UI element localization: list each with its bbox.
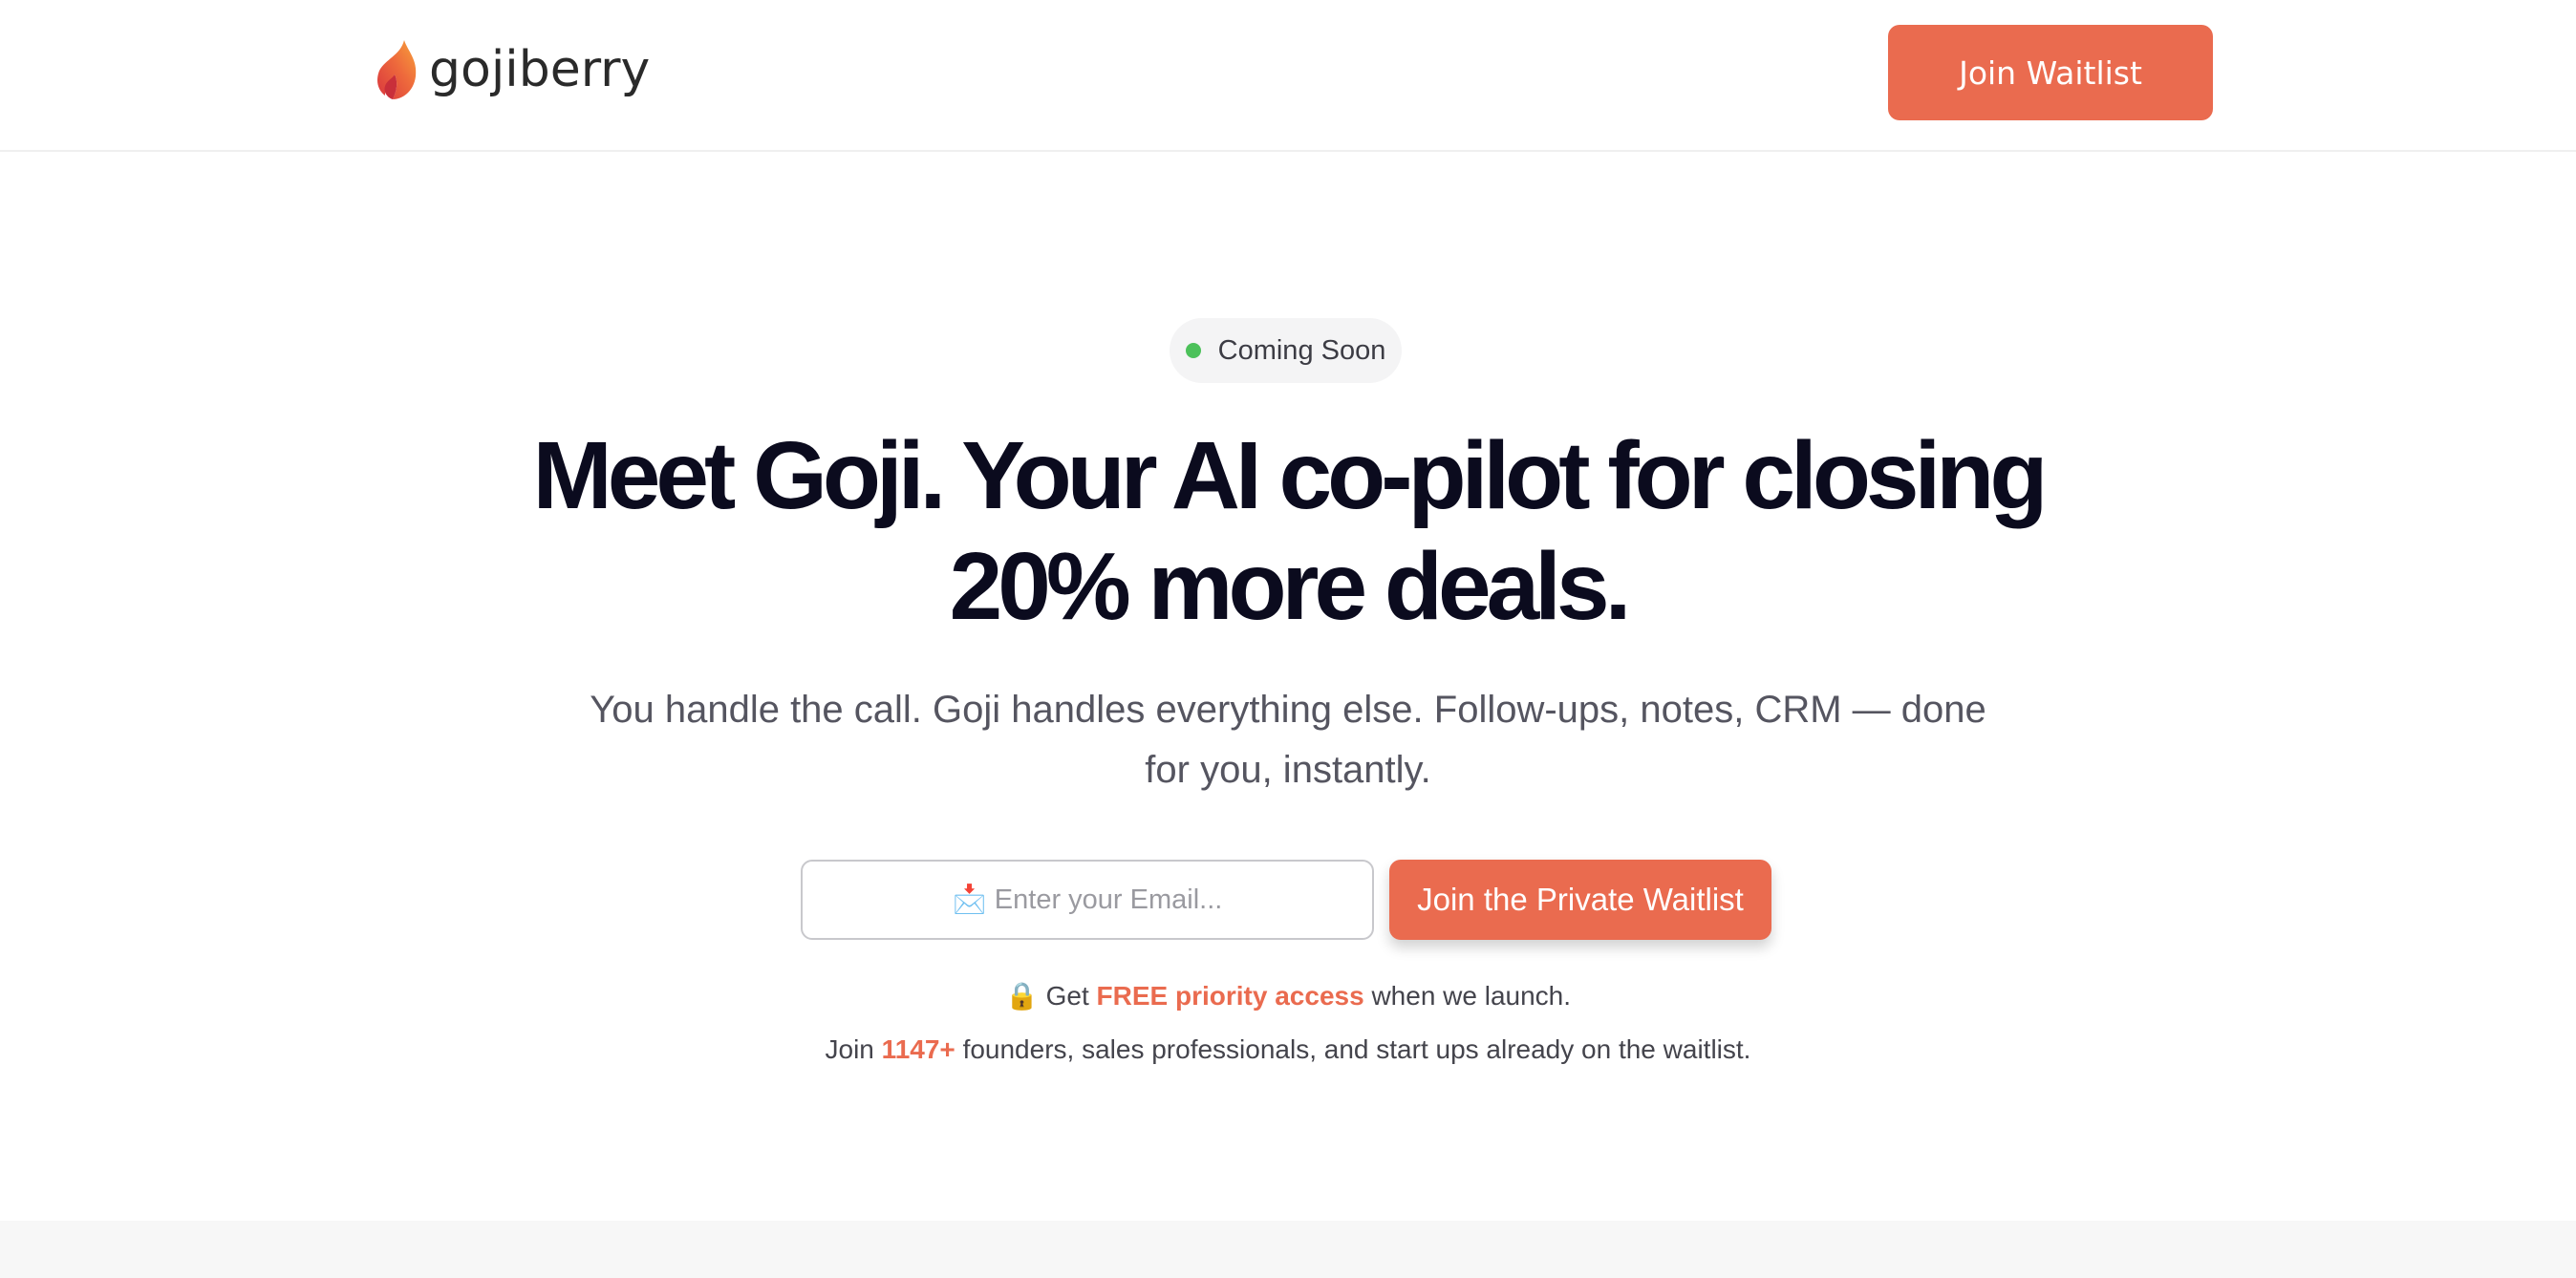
next-section-band [0, 1221, 2576, 1278]
brand-name: gojiberry [429, 41, 651, 98]
count-prefix: Join [825, 1034, 874, 1064]
join-waitlist-button[interactable]: Join Waitlist [1888, 25, 2213, 120]
hero-subheadline: You handle the call. Goji handles everyt… [524, 680, 2052, 800]
subhead-line-1: You handle the call. Goji handles everyt… [590, 689, 1986, 731]
status-badge: Coming Soon [1170, 318, 1402, 383]
headline-line-2: 20% more deals. [949, 533, 1632, 640]
status-dot [1185, 343, 1201, 358]
badge-label: Coming Soon [1217, 334, 1386, 366]
flame-icon [377, 40, 417, 99]
hero-headline: Meet Goji. Your AI co-pilot for closing … [428, 420, 2148, 642]
headline-line-1: Meet Goji. Your AI co-pilot for closing [532, 422, 2049, 529]
note-suffix: when we launch. [1371, 981, 1572, 1011]
note-prefix: Get [1045, 981, 1089, 1011]
waitlist-count: 1147+ [881, 1034, 955, 1064]
join-private-waitlist-button[interactable]: Join the Private Waitlist [1389, 860, 1771, 940]
free-access-highlight: FREE priority access [1096, 981, 1364, 1011]
count-suffix: founders, sales professionals, and start… [962, 1034, 1751, 1064]
waitlist-count-note: Join 1147+ founders, sales professionals… [0, 1034, 2576, 1065]
priority-access-note: 🔒 Get FREE priority access when we launc… [0, 980, 2576, 1012]
subhead-line-2: for you, instantly. [1145, 749, 1431, 791]
site-header: gojiberry Join Waitlist [0, 0, 2576, 152]
brand-logo[interactable]: gojiberry [376, 36, 650, 103]
email-input[interactable] [801, 860, 1374, 940]
lock-icon: 🔒 [1004, 981, 1039, 1011]
